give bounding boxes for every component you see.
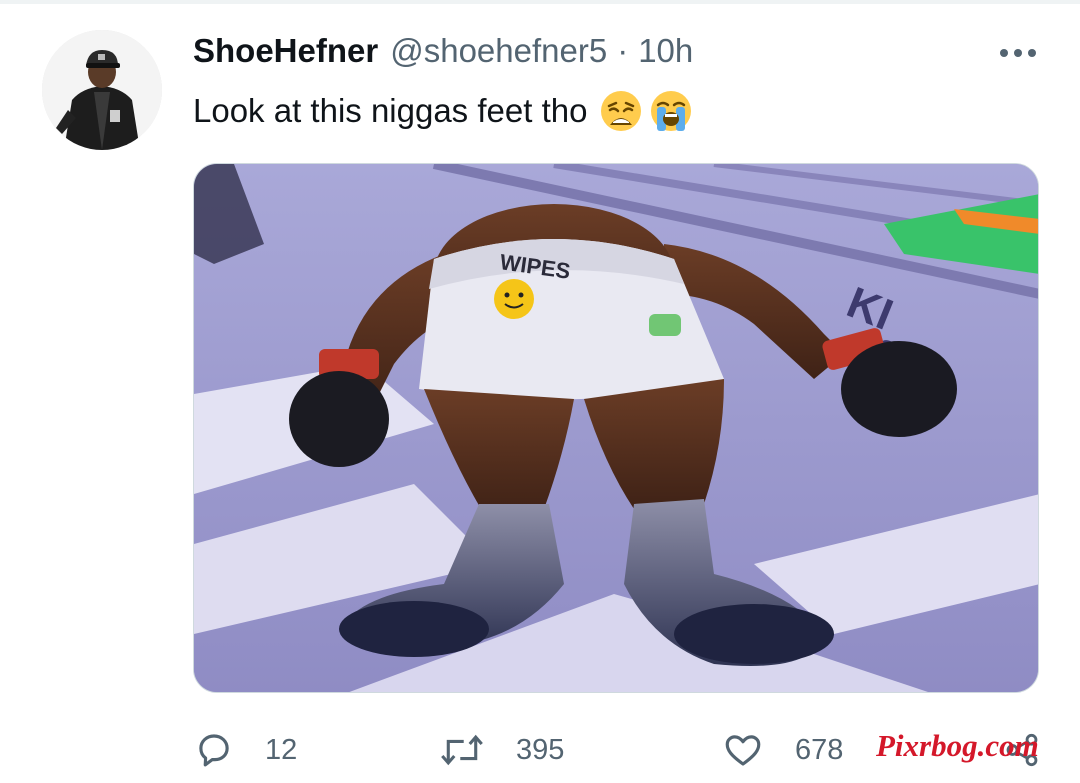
tweet[interactable]: ShoeHefner @shoehefner5 · 10h Look at th… [0, 0, 1080, 783]
separator-dot: · [617, 32, 629, 69]
avatar[interactable] [42, 30, 162, 150]
timestamp[interactable]: 10h [638, 32, 693, 70]
like-button[interactable]: 678 [721, 722, 843, 778]
retweet-icon [438, 729, 486, 771]
share-button[interactable] [1003, 722, 1041, 778]
reply-icon [193, 729, 235, 771]
reply-count: 12 [265, 733, 298, 766]
display-name[interactable]: ShoeHefner [193, 32, 378, 70]
tweet-text: Look at this niggas feet tho [193, 92, 588, 129]
weary-face-icon [599, 89, 643, 133]
tweet-header: ShoeHefner @shoehefner5 · 10h [193, 32, 693, 76]
tweet-media-image[interactable]: KI ORTS WIPES [193, 163, 1039, 693]
loudly-crying-face-icon [649, 89, 693, 133]
action-bar: 12 395 678 [0, 722, 1080, 778]
reply-button[interactable]: 12 [193, 722, 297, 778]
more-icon[interactable] [996, 38, 1040, 68]
like-icon [721, 729, 765, 771]
user-handle[interactable]: @shoehefner5 [390, 32, 607, 70]
like-count: 678 [795, 733, 844, 766]
retweet-count: 395 [516, 733, 565, 766]
tweet-text-row: Look at this niggas feet tho [193, 88, 693, 134]
retweet-button[interactable]: 395 [438, 722, 564, 778]
share-icon [1003, 729, 1041, 771]
